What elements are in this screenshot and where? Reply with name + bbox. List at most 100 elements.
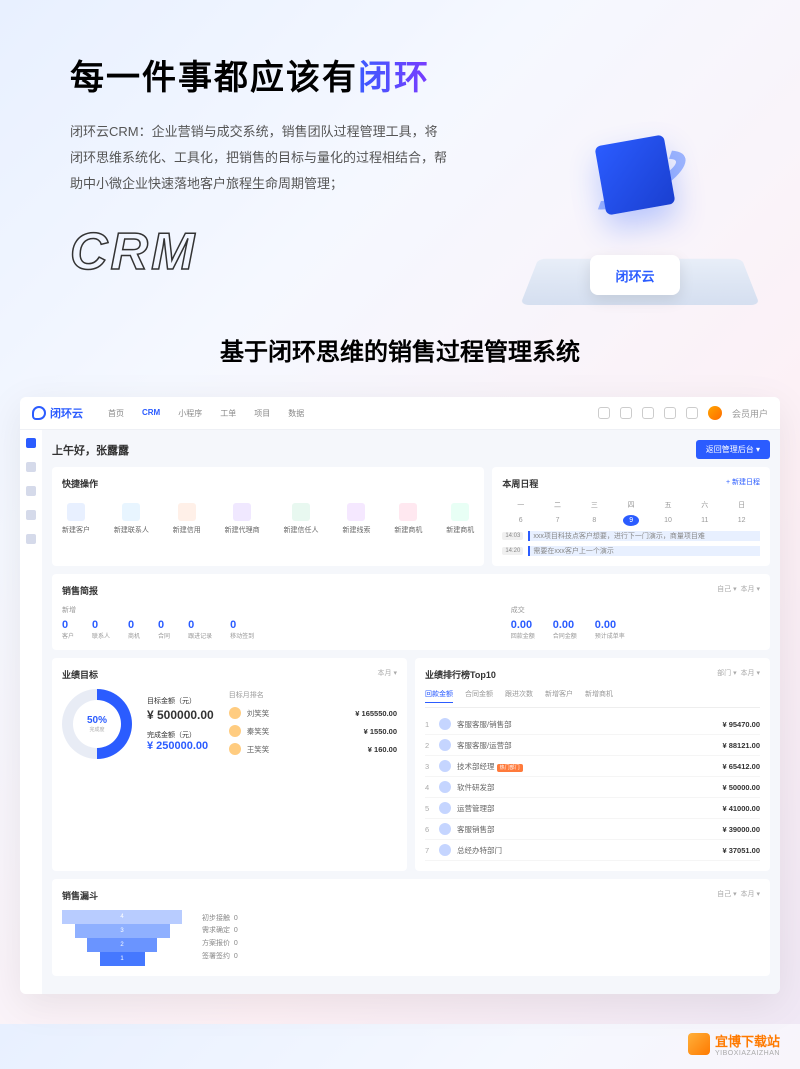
schedule-item[interactable]: 14:20需要在xxx客户上一个演示 — [502, 546, 760, 556]
app-logo[interactable]: 闭环云 — [32, 405, 83, 421]
cal-date-8[interactable]: 8 — [586, 515, 602, 526]
lb-item: 2客服客服/运营部¥ 88121.00 — [425, 735, 760, 756]
stat-item: 0移动签到 — [230, 619, 254, 640]
nav-ticket[interactable]: 工单 — [220, 408, 236, 419]
rank-item: 刘笑笑¥ 165550.00 — [229, 704, 397, 722]
lb-filter-dept[interactable]: 部门 ▾ — [717, 670, 736, 677]
sales-brief-card: 销售简报 自己 ▾ 本月 ▾ 新增 0客户0联系人0商机0合同0跟进记录0移动签… — [52, 574, 770, 650]
lb-item: 4软件研发部¥ 50000.00 — [425, 777, 760, 798]
lb-tab-1[interactable]: 合同金额 — [465, 689, 493, 703]
tool-icon-2[interactable] — [620, 407, 632, 419]
cal-weekday: 一 — [513, 498, 529, 512]
header-tools: 会员用户 — [598, 406, 768, 420]
goal-value-1: ¥ 500000.00 — [147, 708, 214, 722]
funnel-legend-item: 初步接触 0 — [202, 913, 238, 926]
footer-badge[interactable]: 宜博下载站 YIBOXIAZAIZHAN — [688, 1031, 780, 1057]
lb-filter-month[interactable]: 本月 ▾ — [741, 670, 760, 677]
quick-op-3[interactable]: 新建代理商 — [225, 503, 260, 535]
user-name[interactable]: 会员用户 — [732, 407, 768, 420]
cal-date-9[interactable]: 9 — [623, 515, 639, 526]
cal-date-12[interactable]: 12 — [734, 515, 750, 526]
logo-chip: 闭环云 — [590, 255, 680, 295]
hero-section: 每一件事都应该有闭环 闭环云CRM：企业营销与成交系统，销售团队过程管理工具，将… — [0, 0, 800, 312]
brief-filter-month[interactable]: 本月 ▾ — [741, 586, 760, 593]
sidebar-item-1[interactable] — [26, 438, 36, 448]
cal-date-10[interactable]: 10 — [660, 515, 676, 526]
logo-icon — [32, 406, 46, 420]
rank-title: 目标月排名 — [229, 690, 397, 700]
tool-icon-3[interactable] — [642, 407, 654, 419]
lb-item: 7总经办特部门¥ 37051.00 — [425, 840, 760, 861]
stat-item: 0.00预计成单率 — [595, 619, 625, 640]
goals-title: 业绩目标 — [62, 668, 98, 681]
brief-filter-self[interactable]: 自己 ▾ — [717, 586, 736, 593]
user-avatar[interactable] — [708, 406, 722, 420]
cal-weekday: 日 — [734, 498, 750, 512]
footer-url: YIBOXIAZAIZHAN — [715, 1050, 780, 1057]
sidebar-item-3[interactable] — [26, 486, 36, 496]
lb-tab-4[interactable]: 新增商机 — [585, 689, 613, 703]
hero-description: 闭环云CRM：企业营销与成交系统，销售团队过程管理工具，将闭环思维系统化、工具化… — [70, 119, 450, 197]
lb-item: 1客服客服/销售部¥ 95470.00 — [425, 714, 760, 735]
funnel-step-3: 2 — [87, 938, 157, 952]
stat-item: 0跟进记录 — [188, 619, 212, 640]
badge-icon — [688, 1033, 710, 1055]
tool-icon-1[interactable] — [598, 407, 610, 419]
lb-tab-3[interactable]: 新增客户 — [545, 689, 573, 703]
funnel-step-4: 1 — [100, 952, 145, 966]
nav-project[interactable]: 项目 — [254, 408, 270, 419]
cal-date-7[interactable]: 7 — [550, 515, 566, 526]
tool-icon-4[interactable] — [664, 407, 676, 419]
goals-filter[interactable]: 本月 ▾ — [378, 668, 397, 681]
stat-item: 0.00回款金额 — [511, 619, 535, 640]
nav-miniapp[interactable]: 小程序 — [178, 408, 202, 419]
funnel-legend-item: 方案报价 0 — [202, 938, 238, 951]
sidebar-item-5[interactable] — [26, 534, 36, 544]
sidebar-item-4[interactable] — [26, 510, 36, 520]
quick-op-0[interactable]: 新建客户 — [62, 503, 90, 535]
lb-tab-0[interactable]: 回款金额 — [425, 689, 453, 703]
nav-crm[interactable]: CRM — [142, 408, 160, 419]
nav-data[interactable]: 数据 — [288, 408, 304, 419]
cal-weekday: 三 — [586, 498, 602, 512]
title-accent: 闭环 — [358, 59, 430, 97]
cal-date-11[interactable]: 11 — [697, 515, 713, 526]
add-schedule-button[interactable]: + 新建日程 — [726, 477, 760, 490]
back-admin-button[interactable]: 返回管理后台 ▾ — [696, 440, 770, 459]
nav-home[interactable]: 首页 — [108, 408, 124, 419]
goal-pct-label: 完成度 — [87, 726, 107, 733]
funnel-filter-self[interactable]: 自己 ▾ — [717, 891, 736, 898]
lb-tab-2[interactable]: 跟进次数 — [505, 689, 533, 703]
goal-label-1: 目标金额（元） — [147, 696, 214, 706]
cal-date-6[interactable]: 6 — [513, 515, 529, 526]
leaderboard-title: 业绩排行榜Top10 — [425, 668, 496, 681]
goal-pct: 50% — [87, 715, 107, 726]
stat-item: 0合同 — [158, 619, 170, 640]
funnel-step-2: 3 — [75, 924, 170, 938]
logo-text: 闭环云 — [50, 405, 83, 421]
leaderboard-card: 业绩排行榜Top10 部门 ▾ 本月 ▾ 回款金额合同金额跟进次数新增客户新增商… — [415, 658, 770, 871]
goal-donut-chart: 50%完成度 — [62, 689, 132, 759]
quick-op-4[interactable]: 新建信任人 — [284, 503, 319, 535]
footer-name: 宜博下载站 — [715, 1031, 780, 1050]
quick-op-7[interactable]: 新建商机 — [446, 503, 474, 535]
quick-ops-title: 快捷操作 — [62, 477, 98, 490]
cal-weekday: 五 — [660, 498, 676, 512]
stat-item: 0.00合同金额 — [553, 619, 577, 640]
brief-sec1: 新增 — [62, 605, 511, 615]
schedule-item[interactable]: 14:03xxx项目科技点客户想要，进行下一门演示，商量项目难 — [502, 531, 760, 541]
cal-weekday: 四 — [623, 498, 639, 512]
quick-op-6[interactable]: 新建商机 — [394, 503, 422, 535]
sidebar-item-2[interactable] — [26, 462, 36, 472]
hero-graphic: 闭环云 — [530, 120, 750, 320]
lb-item: 6客服销售部¥ 39000.00 — [425, 819, 760, 840]
quick-op-2[interactable]: 新建信用 — [173, 503, 201, 535]
quick-op-1[interactable]: 新建联系人 — [114, 503, 149, 535]
quick-ops-card: 快捷操作 新建客户新建联系人新建信用新建代理商新建信任人新建线索新建商机新建商机 — [52, 467, 484, 566]
funnel-step-1: 4 — [62, 910, 182, 924]
greeting: 上午好，张露露 — [52, 442, 129, 458]
subtitle: 基于闭环思维的销售过程管理系统 — [0, 312, 800, 397]
quick-op-5[interactable]: 新建线索 — [342, 503, 370, 535]
tool-icon-5[interactable] — [686, 407, 698, 419]
funnel-filter-month[interactable]: 本月 ▾ — [741, 891, 760, 898]
